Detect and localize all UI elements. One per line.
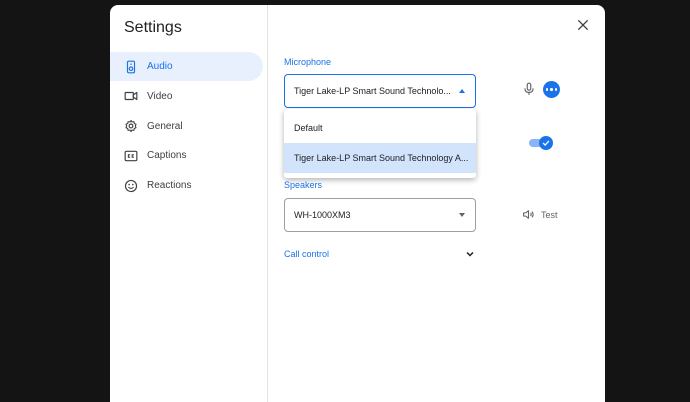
microphone-label: Microphone [284,57,332,67]
dot-icon [554,88,558,91]
speaker-icon [124,60,138,74]
speakers-select[interactable]: WH-1000XM3 [284,198,476,232]
more-options-button[interactable] [543,81,560,98]
settings-dialog: Settings Audio Video General Captions Re… [110,5,605,402]
speakers-selected-value: WH-1000XM3 [294,210,351,220]
nav-item-reactions[interactable]: Reactions [110,171,263,200]
test-label: Test [541,209,558,220]
microphone-selected-value: Tiger Lake-LP Smart Sound Technolo... [294,86,451,96]
dot-icon [550,88,553,91]
nav-item-video[interactable]: Video [110,82,263,111]
nav-item-label: Captions [147,150,187,162]
nav-item-label: Audio [147,61,173,72]
caret-up-icon [459,89,465,93]
toggle-knob [539,136,553,150]
test-speaker-button[interactable]: Test [522,208,558,221]
dialog-title: Settings [124,19,182,36]
dot-icon [545,88,549,91]
check-icon [542,140,550,146]
close-icon[interactable] [575,17,591,33]
caret-down-icon [459,213,465,217]
nav-item-captions[interactable]: Captions [110,141,263,170]
closed-caption-icon [124,149,138,163]
call-control-label: Call control [284,249,330,259]
microphone-dropdown-menu: Default Tiger Lake-LP Smart Sound Techno… [284,109,476,178]
microphone-icon[interactable] [522,82,536,96]
nav-item-label: Reactions [147,180,192,192]
menu-item-tiger-lake[interactable]: Tiger Lake-LP Smart Sound Technology A..… [284,143,476,173]
videocam-icon [124,89,138,103]
speakers-label: Speakers [284,180,323,190]
settings-sidebar: Settings Audio Video General Captions Re… [110,5,268,402]
gear-icon [124,119,138,133]
call-control-expander[interactable]: Call control [284,247,476,261]
settings-nav: Audio Video General Captions Reactions [110,52,263,201]
volume-icon [523,210,534,219]
chevron-down-icon [466,251,474,257]
menu-item-default[interactable]: Default [284,113,476,143]
nav-item-audio[interactable]: Audio [110,52,263,81]
smiley-icon [124,179,138,193]
toggle-switch[interactable] [529,136,553,150]
nav-item-label: General [147,120,183,132]
nav-item-general[interactable]: General [110,112,263,141]
microphone-select[interactable]: Tiger Lake-LP Smart Sound Technolo... [284,74,476,108]
nav-item-label: Video [147,90,173,102]
